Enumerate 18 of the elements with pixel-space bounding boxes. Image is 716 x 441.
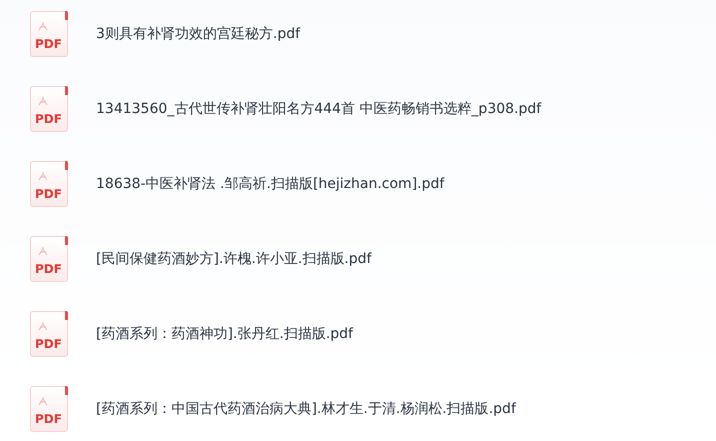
pdf-label: PDF: [35, 37, 62, 51]
file-name[interactable]: 13413560_古代世传补肾壮阳名方444首 中医药畅销书选粹_p308.pdf: [96, 100, 542, 118]
pdf-label: PDF: [35, 187, 62, 201]
pdf-label: PDF: [35, 337, 62, 351]
acrobat-icon: [37, 245, 49, 257]
pdf-label: PDF: [35, 262, 62, 276]
acrobat-icon: [37, 395, 49, 407]
acrobat-icon: [37, 20, 49, 32]
file-name[interactable]: 18638-中医补肾法 .邹高祈.扫描版[hejizhan.com].pdf: [96, 175, 444, 193]
pdf-label: PDF: [35, 112, 62, 126]
file-name[interactable]: [药酒系列：药酒神功].张丹红.扫描版.pdf: [96, 325, 353, 343]
pdf-label: PDF: [35, 412, 62, 426]
acrobat-icon: [37, 320, 49, 332]
acrobat-icon: [37, 95, 49, 107]
file-name[interactable]: [药酒系列：中国古代药酒治病大典].林才生.于清.杨润松.扫描版.pdf: [96, 400, 516, 418]
file-name[interactable]: 3则具有补肾功效的宫廷秘方.pdf: [96, 25, 300, 43]
acrobat-icon: [37, 170, 49, 182]
file-name[interactable]: [民间保健药酒妙方].许槐.许小亚.扫描版.pdf: [96, 250, 372, 268]
